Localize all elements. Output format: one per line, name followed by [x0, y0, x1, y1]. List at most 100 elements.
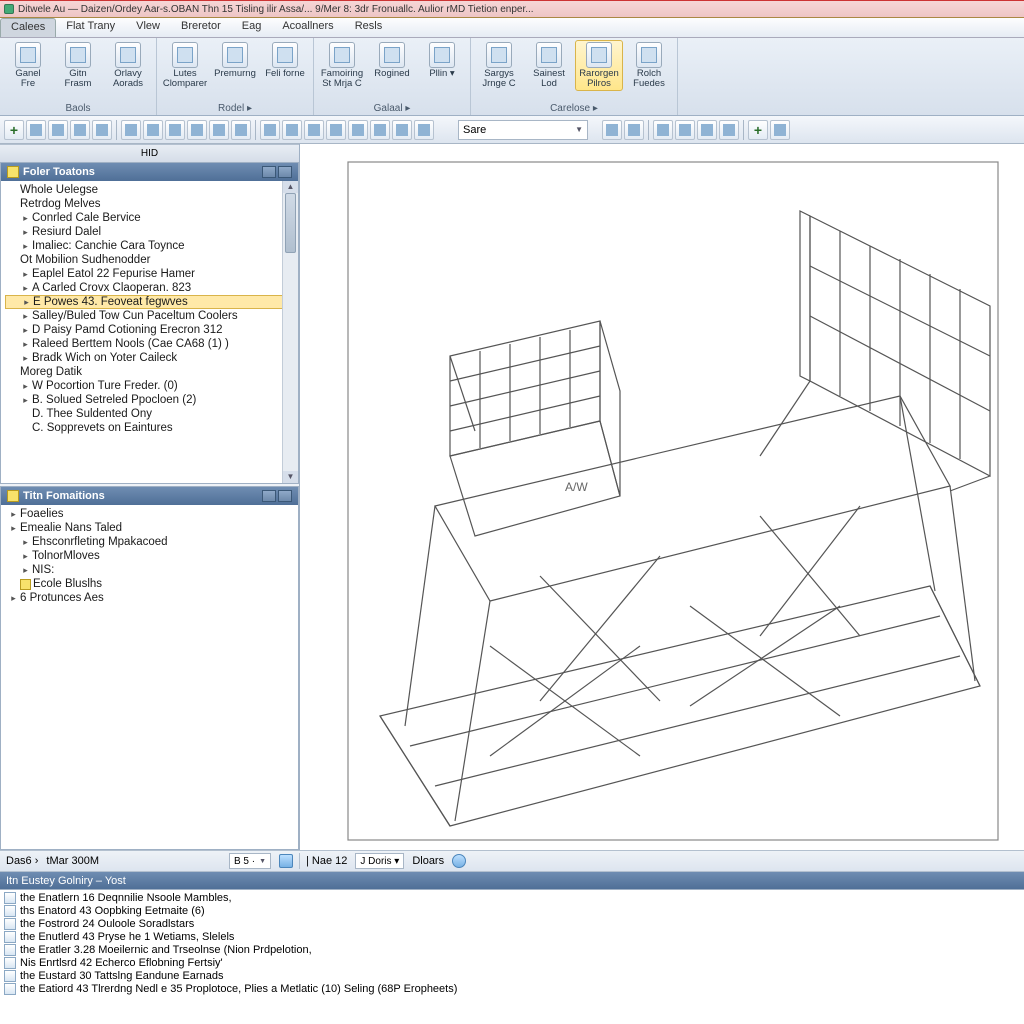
tree-node[interactable]: Whole Uelegse: [5, 183, 298, 197]
ribbon-button[interactable]: SargysJrnge C: [475, 40, 523, 91]
history-line[interactable]: the Eatiord 43 Tlrerdng Nedl e 35 Proplo…: [4, 983, 1020, 996]
qt-btn-4[interactable]: [92, 120, 112, 140]
tree-node[interactable]: ▸Foaelies: [5, 507, 298, 521]
menu-resls[interactable]: Resls: [345, 18, 394, 37]
qt-btn-17[interactable]: [392, 120, 412, 140]
tree-node[interactable]: ▸Bradk Wich on Yoter Caileck: [5, 351, 298, 365]
qt-btn-11[interactable]: [260, 120, 280, 140]
tree-node[interactable]: ▸Emealie Nans Taled: [5, 521, 298, 535]
qt-btn-r6[interactable]: [719, 120, 739, 140]
qt-btn-9[interactable]: [209, 120, 229, 140]
qt-btn-r2[interactable]: [624, 120, 644, 140]
tree-node[interactable]: ▸B. Solued Setreled Ppocloen (2): [5, 393, 298, 407]
expand-icon[interactable]: ▸: [21, 339, 30, 350]
panel2-header[interactable]: Titn Fomaitions: [1, 487, 298, 505]
menu-vlew[interactable]: Vlew: [126, 18, 171, 37]
scrollbar[interactable]: ▲ ▼: [282, 181, 298, 483]
qt-btn-r8[interactable]: [770, 120, 790, 140]
viewport-3d[interactable]: A/W: [300, 144, 1024, 850]
ribbon-button[interactable]: Premurng: [211, 40, 259, 81]
tree-node[interactable]: ▸Salley/Buled Tow Cun Paceltum Coolers: [5, 309, 298, 323]
tree-node[interactable]: D. Thee Suldented Ony: [5, 407, 298, 421]
panel-min-icon[interactable]: [262, 490, 276, 502]
ribbon-button[interactable]: GanelFre: [4, 40, 52, 91]
tree-node[interactable]: ▸Resiurd Dalel: [5, 225, 298, 239]
history-line[interactable]: the Enutlerd 43 Pryse he 1 Wetiams, Slel…: [4, 931, 1020, 944]
menu-calees[interactable]: Calees: [0, 18, 56, 37]
ribbon-button[interactable]: GitnFrasm: [54, 40, 102, 91]
sidebar-tab-label[interactable]: HID: [6, 148, 293, 159]
menu-flat trany[interactable]: Flat Trany: [56, 18, 126, 37]
qt-btn-6[interactable]: [143, 120, 163, 140]
panel-min-icon[interactable]: [262, 166, 276, 178]
tree-node[interactable]: ▸Conrled Cale Bervice: [5, 211, 298, 225]
qt-btn-14[interactable]: [326, 120, 346, 140]
ribbon-button[interactable]: OrlavyAorads: [104, 40, 152, 91]
qt-btn-2[interactable]: [48, 120, 68, 140]
ribbon-button[interactable]: SainestLod: [525, 40, 573, 91]
qt-btn-r5[interactable]: [697, 120, 717, 140]
tree-node[interactable]: ▸W Pocortion Ture Freder. (0): [5, 379, 298, 393]
qt-btn-8[interactable]: [187, 120, 207, 140]
panel1-header[interactable]: Foler Toatons: [1, 163, 298, 181]
expand-icon[interactable]: ▸: [9, 593, 18, 604]
status-right-select[interactable]: J Doris ▾: [355, 853, 404, 869]
info-icon[interactable]: [452, 854, 466, 868]
ribbon-button[interactable]: RolchFuedes: [625, 40, 673, 91]
scroll-down-icon[interactable]: ▼: [283, 471, 298, 483]
qt-btn-12[interactable]: [282, 120, 302, 140]
menu-breretor[interactable]: Breretor: [171, 18, 232, 37]
quick-select[interactable]: Sare ▼: [458, 120, 588, 140]
scroll-up-icon[interactable]: ▲: [283, 181, 298, 193]
ribbon-button[interactable]: Rogined: [368, 40, 416, 81]
expand-icon[interactable]: ▸: [21, 227, 30, 238]
history-line[interactable]: the Fostrord 24 Ouloole Soradlstars: [4, 918, 1020, 931]
expand-icon[interactable]: ▸: [21, 269, 30, 280]
status-left-a[interactable]: Das6 ›: [6, 855, 38, 867]
ribbon-button[interactable]: Pllin ▾: [418, 40, 466, 81]
tree-node[interactable]: Moreg Datik: [5, 365, 298, 379]
tree-node[interactable]: Retrdog Melves: [5, 197, 298, 211]
expand-icon[interactable]: ▸: [21, 537, 30, 548]
qt-btn-16[interactable]: [370, 120, 390, 140]
qt-btn-7[interactable]: [165, 120, 185, 140]
tree-node[interactable]: ▸Ehsconrfleting Mpakacoed: [5, 535, 298, 549]
qt-btn-13[interactable]: [304, 120, 324, 140]
expand-icon[interactable]: ▸: [21, 353, 30, 364]
qt-btn-r7[interactable]: [748, 120, 768, 140]
expand-icon[interactable]: ▸: [21, 325, 30, 336]
tree-node[interactable]: ▸6 Protunces Aes: [5, 591, 298, 605]
scroll-thumb[interactable]: [285, 193, 296, 253]
qt-btn-r3[interactable]: [653, 120, 673, 140]
tree-node[interactable]: ▸D Paisy Pamd Cotioning Erecron 312: [5, 323, 298, 337]
ribbon-button[interactable]: FamoiringSt Mrja C: [318, 40, 366, 91]
expand-icon[interactable]: ▸: [21, 395, 30, 406]
qt-btn-1[interactable]: [26, 120, 46, 140]
tree-node[interactable]: C. Sopprevets on Eaintures: [5, 421, 298, 435]
status-left-select[interactable]: B 5 · ▼: [229, 853, 271, 869]
expand-icon[interactable]: ▸: [21, 241, 30, 252]
menu-acoallners[interactable]: Acoallners: [272, 18, 344, 37]
history-line[interactable]: the Eratler 3.28 Moeilernic and Trseolns…: [4, 944, 1020, 957]
tree-node[interactable]: ▸Eaplel Eatol 22 Fepurise Hamer: [5, 267, 298, 281]
tree-node[interactable]: Ecole Bluslhs: [5, 577, 298, 591]
add-button[interactable]: [4, 120, 24, 140]
qt-btn-18[interactable]: [414, 120, 434, 140]
panel-close-icon[interactable]: [278, 166, 292, 178]
qt-btn-r4[interactable]: [675, 120, 695, 140]
expand-icon[interactable]: ▸: [22, 297, 31, 308]
expand-icon[interactable]: ▸: [21, 551, 30, 562]
history-header[interactable]: Itn Eustey Golniry – Yost: [0, 872, 1024, 889]
panel-close-icon[interactable]: [278, 490, 292, 502]
expand-icon[interactable]: ▸: [21, 311, 30, 322]
tree-node[interactable]: ▸TolnorMloves: [5, 549, 298, 563]
history-line[interactable]: Nis Enrtlsrd 42 Echerco Eflobning Fertsi…: [4, 957, 1020, 970]
tree-node[interactable]: Ot Mobilion Sudhenodder: [5, 253, 298, 267]
menu-eag[interactable]: Eag: [232, 18, 273, 37]
ribbon-button[interactable]: LutesClomparer: [161, 40, 209, 91]
expand-icon[interactable]: ▸: [21, 565, 30, 576]
status-left-icon[interactable]: [279, 854, 293, 868]
expand-icon[interactable]: ▸: [21, 213, 30, 224]
qt-btn-5[interactable]: [121, 120, 141, 140]
expand-icon[interactable]: ▸: [9, 523, 18, 534]
